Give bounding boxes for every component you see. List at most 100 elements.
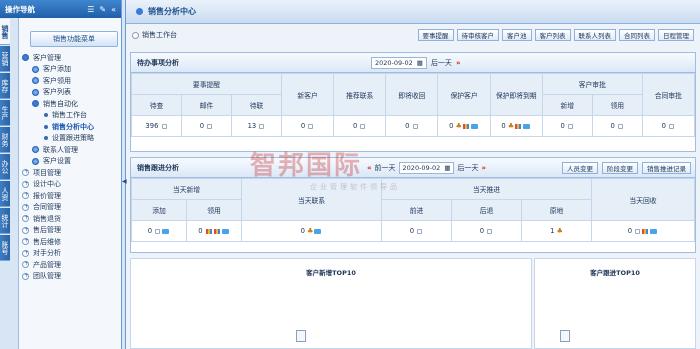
menu-item-customer-add[interactable]: 客户添加: [22, 64, 121, 76]
add-cell[interactable]: 0: [131, 220, 187, 242]
protect-expiring-header: 保护即将到期: [489, 73, 543, 116]
folder-icon: [221, 228, 229, 234]
payback-cell[interactable]: 0: [591, 220, 695, 242]
schedule-button[interactable]: 日程管理: [658, 29, 694, 41]
double-left-arrow-icon[interactable]: «: [367, 164, 372, 172]
menu-item-customer-mgmt[interactable]: 客户管理: [22, 52, 121, 64]
module-tab-marketing[interactable]: 营销: [0, 46, 10, 72]
menu-item-team[interactable]: 团队管理: [22, 271, 121, 283]
workbench-radio-label[interactable]: 销售工作台: [142, 30, 177, 40]
detail-icon: [259, 123, 265, 129]
pending-review-button[interactable]: 待审核客户: [456, 29, 499, 41]
menu-item-followup-strategy[interactable]: 设置跟进策略: [22, 133, 121, 145]
menu-item-competitor[interactable]: 对手分析: [22, 248, 121, 260]
menu-item-sales-automation[interactable]: 销售自动化: [22, 98, 121, 110]
double-right-arrow-icon[interactable]: »: [481, 164, 486, 172]
customer-pool-button[interactable]: 客户池: [502, 29, 532, 41]
todo-table: 要事提醒 新客户 推荐联系 即将收回 保护客户 保护即将到期 客户审批 合同审批…: [131, 73, 696, 137]
followup-top10-panel: 客户跟进TOP10: [534, 258, 696, 349]
push-record-button[interactable]: 销售推进记录: [642, 161, 691, 174]
followup-date-input[interactable]: 2020-09-02 ▦: [398, 161, 455, 174]
menu-item-aftersales[interactable]: 售后管理: [22, 225, 121, 237]
menu-item-customer-list[interactable]: 客户列表: [22, 87, 121, 99]
detail-icon: [487, 228, 493, 234]
menu-item-sales-analysis[interactable]: 销售分析中心: [22, 121, 121, 133]
plus-icon: [22, 260, 29, 269]
take-cell[interactable]: 0: [186, 220, 242, 242]
stay-cell[interactable]: 1 ♣: [521, 220, 592, 242]
pending-cell[interactable]: 396: [131, 115, 182, 137]
menu-item-project[interactable]: 项目管理: [22, 167, 121, 179]
stage-change-button[interactable]: 阶段变更: [602, 161, 638, 174]
todo-panel: 待办事项分析 2020-09-02 ▦ 后一天 » 要事提醒 新客户 推荐联系 即…: [130, 52, 696, 152]
module-tab-stats[interactable]: 统计: [0, 208, 10, 234]
contract-list-button[interactable]: 合同列表: [619, 29, 655, 41]
menu-item-sales-workbench[interactable]: 销售工作台: [22, 110, 121, 122]
menu-item-return[interactable]: 销售退货: [22, 213, 121, 225]
menu-item-customer-take[interactable]: 客户领用: [22, 75, 121, 87]
double-right-arrow-icon[interactable]: »: [456, 59, 461, 67]
module-tab-finance[interactable]: 财务: [0, 127, 10, 153]
module-tab-office[interactable]: 办公: [0, 154, 10, 180]
menu-item-contacts[interactable]: 联系人管理: [22, 144, 121, 156]
module-tab-inventory[interactable]: 库存: [0, 73, 10, 99]
menu-item-contract[interactable]: 合同管理: [22, 202, 121, 214]
protect-customer-cell[interactable]: 0 ♣: [437, 115, 491, 137]
main-content: 销售分析中心 销售工作台 要事提醒 待审核客户 客户池 客户列表 联系人列表 合…: [126, 0, 700, 349]
bullet-icon: [32, 88, 39, 96]
wrench-icon[interactable]: ✎: [99, 5, 106, 14]
folder-icon: [470, 123, 478, 129]
take-header: 领用: [186, 199, 242, 221]
menu-icon[interactable]: ☰: [87, 5, 94, 14]
new-customer-cell[interactable]: 0: [280, 115, 335, 137]
module-tab-production[interactable]: 生产: [0, 100, 10, 126]
protect-expiring-cell[interactable]: 0 ♣: [489, 115, 543, 137]
detail-icon: [155, 228, 161, 234]
email-cell[interactable]: 0: [181, 115, 232, 137]
todo-next-day[interactable]: 后一天: [431, 58, 452, 68]
todo-header: 待办事项分析 2020-09-02 ▦ 后一天 »: [131, 53, 695, 73]
staff-change-button[interactable]: 人员变更: [562, 161, 598, 174]
plus-icon: [22, 191, 29, 200]
payback-today-header: 当天回收: [591, 178, 695, 221]
followup-title: 销售跟进分析: [137, 163, 179, 172]
reminder-button[interactable]: 要事提醒: [417, 29, 454, 41]
contract-review-header: 合同审批: [641, 73, 696, 116]
calendar-icon: ▦: [444, 163, 451, 172]
followup-next-day[interactable]: 后一天: [457, 163, 478, 173]
back-cell[interactable]: 0: [451, 220, 522, 242]
plus-icon: [22, 272, 29, 280]
forward-cell[interactable]: 0: [381, 220, 452, 242]
plus-icon: [22, 180, 29, 188]
contract-review-cell[interactable]: 0: [641, 115, 696, 137]
contact-cell[interactable]: 0 ♣: [241, 220, 382, 242]
person-icon: ♣: [307, 227, 314, 235]
workbench-radio[interactable]: [132, 31, 139, 39]
menu-item-product[interactable]: 产品管理: [22, 259, 121, 271]
followup-panel: 销售跟进分析 « 前一天 2020-09-02 ▦ 后一天 » 人员变更 阶段变更…: [130, 157, 696, 253]
todo-date-input[interactable]: 2020-09-02 ▦: [371, 56, 427, 69]
module-tab-account[interactable]: 账号: [0, 235, 10, 261]
review-take-cell[interactable]: 0: [591, 115, 643, 137]
menu-item-repair[interactable]: 售后维修: [22, 236, 121, 248]
collapse-icon[interactable]: «: [111, 5, 116, 14]
module-tab-sales[interactable]: 销售: [0, 19, 10, 45]
recommend-cell[interactable]: 0: [333, 115, 387, 137]
menu-item-quote[interactable]: 报价管理: [22, 190, 121, 202]
review-take-header: 领用: [591, 94, 643, 116]
customer-list-button[interactable]: 客户列表: [534, 29, 571, 41]
folder-icon: [162, 228, 170, 234]
to-contact-cell[interactable]: 13: [231, 115, 282, 137]
contact-list-button[interactable]: 联系人列表: [573, 29, 616, 41]
menu-item-design[interactable]: 设计中心: [22, 179, 121, 191]
stay-header: 原地: [521, 199, 592, 221]
followup-prev-day[interactable]: 前一天: [375, 163, 396, 173]
review-new-cell[interactable]: 0: [541, 115, 593, 137]
payment-due-cell[interactable]: 0: [385, 115, 439, 137]
new-customer-top10-title: 客户新增TOP10: [306, 269, 356, 277]
menu-item-customer-settings[interactable]: 客户设置: [22, 156, 121, 168]
bullet-icon: [32, 146, 39, 154]
sales-menu: 销售功能菜单 客户管理 客户添加 客户领用 客户列表 销售自动化 销售工作台 销…: [19, 18, 121, 349]
module-tab-hr[interactable]: 人资: [0, 181, 10, 207]
document-icon: [560, 330, 570, 342]
